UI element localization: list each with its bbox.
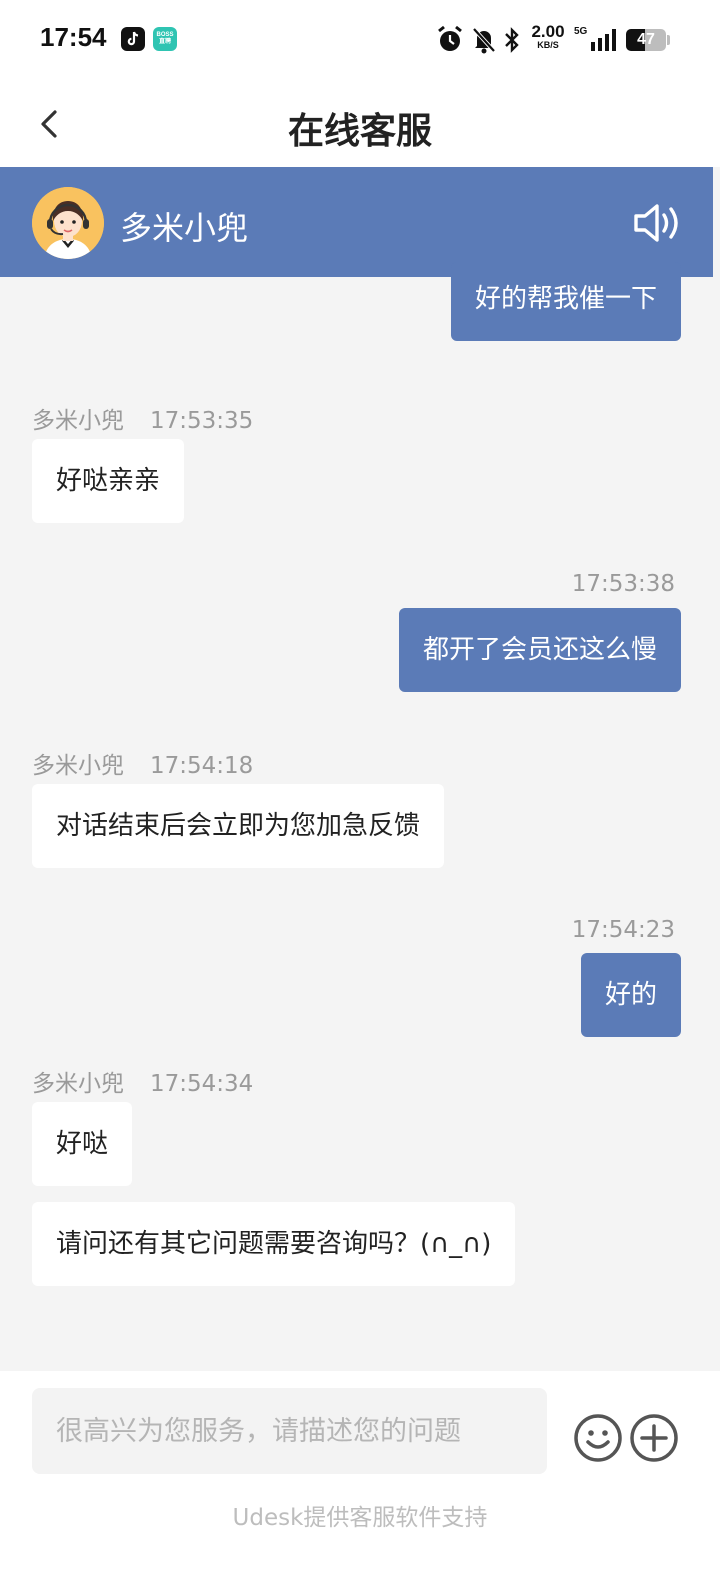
message-input[interactable] <box>32 1388 547 1474</box>
message-sender: 多米小兜 <box>32 408 124 434</box>
message-text: 好的 <box>604 980 657 1010</box>
message-sender: 多米小兜 <box>32 1071 124 1097</box>
chat-message-list[interactable]: 好的帮我催一下 多米小兜 17:53:35 好哒亲亲 17:53:38 都开了会员… <box>0 262 720 1371</box>
network-speed-value: 2.00 <box>531 22 565 41</box>
message-text: 请问还有其它问题需要咨询吗？(∩_∩) <box>56 1229 492 1259</box>
agent-header: 多米小兜 <box>0 167 713 277</box>
user-message-bubble[interactable]: 好的 <box>580 953 681 1037</box>
signal-icon <box>591 29 616 51</box>
message-time: 17:54:18 <box>150 753 254 779</box>
avatar <box>32 187 104 259</box>
message-text: 对话结束后会立即为您加急反馈 <box>56 811 421 841</box>
user-message-bubble[interactable]: 都开了会员还这么慢 <box>398 608 681 692</box>
agent-avatar-icon <box>32 187 104 259</box>
network-speed-unit: KB/S <box>537 40 559 50</box>
status-bar: 17:54 BOSS 直聘 2.00 KB/S 5G 47 <box>0 0 720 80</box>
message-meta: 多米小兜 17:54:34 <box>32 1064 253 1098</box>
message-meta: 多米小兜 17:54:18 <box>32 746 253 780</box>
powered-by-note: Udesk提供客服软件支持 <box>232 1505 488 1531</box>
message-text: 好哒亲亲 <box>56 466 161 496</box>
message-text: 好哒 <box>56 1129 109 1159</box>
bell-muted-icon <box>472 27 496 54</box>
boss-app-icon: BOSS 直聘 <box>153 27 177 51</box>
title-bar: 在线客服 <box>0 80 720 167</box>
agent-message-bubble[interactable]: 好哒 <box>32 1102 133 1186</box>
smiley-icon[interactable] <box>573 1413 623 1463</box>
battery-icon: 47 <box>626 29 666 51</box>
message-time: 17:53:35 <box>150 408 254 434</box>
message-sender: 多米小兜 <box>32 753 124 779</box>
speaker-icon[interactable] <box>632 201 684 245</box>
network-speed: 2.00 KB/S <box>528 22 568 51</box>
status-time: 17:54 <box>40 22 107 52</box>
alarm-icon <box>438 25 462 51</box>
agent-name: 多米小兜 <box>120 209 249 247</box>
message-meta: 多米小兜 17:53:35 <box>32 401 253 435</box>
network-type: 5G <box>574 26 588 37</box>
agent-message-bubble[interactable]: 请问还有其它问题需要咨询吗？(∩_∩) <box>32 1202 516 1286</box>
message-text: 都开了会员还这么慢 <box>422 635 657 665</box>
tiktok-app-icon <box>121 27 145 51</box>
input-bar: Udesk提供客服软件支持 <box>0 1371 720 1584</box>
user-message-bubble[interactable]: 好的帮我催一下 <box>450 262 681 341</box>
battery-level: 47 <box>637 31 655 48</box>
message-time: 17:54:34 <box>150 1071 254 1097</box>
agent-message-bubble[interactable]: 对话结束后会立即为您加急反馈 <box>32 784 445 868</box>
boss-app-label: BOSS 直聘 <box>156 32 174 45</box>
message-time: 17:53:38 <box>571 571 675 597</box>
bluetooth-icon <box>505 27 519 53</box>
battery-tip <box>667 35 670 45</box>
page-title: 在线客服 <box>287 111 432 152</box>
message-text: 好的帮我催一下 <box>474 284 657 314</box>
plus-circle-icon[interactable] <box>629 1413 679 1463</box>
message-time: 17:54:23 <box>571 917 675 943</box>
agent-message-bubble[interactable]: 好哒亲亲 <box>32 439 185 523</box>
